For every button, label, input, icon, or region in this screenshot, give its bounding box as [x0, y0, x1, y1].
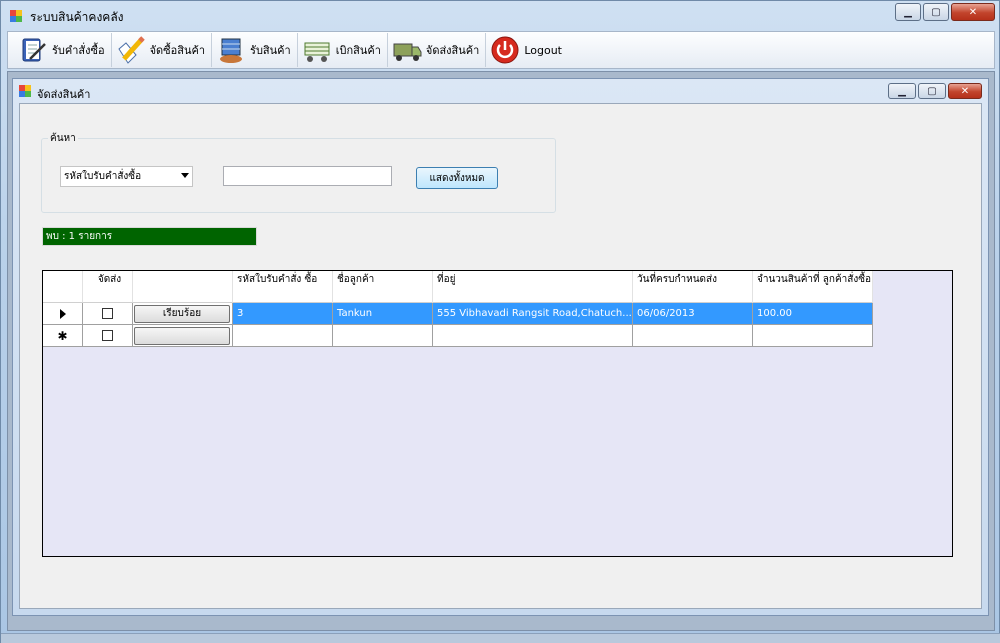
child-window-controls: ▁ ▢ ✕	[888, 83, 982, 99]
minimize-button[interactable]: ▁	[895, 3, 921, 21]
new-row-button[interactable]	[134, 326, 230, 345]
status-strip	[1, 633, 1000, 643]
child-title: จัดส่งสินค้า	[37, 88, 91, 101]
address-cell[interactable]: 555 Vibhavadi Rangsit Road,Chatuch...	[433, 303, 633, 325]
ship-cell[interactable]	[83, 325, 133, 347]
new-row-asterisk-icon: ✱	[57, 328, 68, 343]
delivery-child-window: จัดส่งสินค้า ▁ ▢ ✕ ค้นหา รหัสใบรับคำสั่ง…	[12, 78, 989, 616]
toolbar-label: Logout	[524, 43, 562, 57]
power-icon	[490, 35, 520, 65]
grid-header-row: จัดส่ง รหัสใบรับคำสั่ง ซื้อ ชื่อลูกค้า ท…	[43, 271, 873, 303]
form-icon	[19, 85, 31, 97]
show-all-button[interactable]: แสดงทั้งหมด	[416, 167, 498, 189]
due-date-cell[interactable]: 06/06/2013	[633, 303, 753, 325]
quantity-cell[interactable]	[753, 325, 873, 347]
customer-cell[interactable]	[333, 325, 433, 347]
new-row[interactable]: ✱	[43, 325, 873, 347]
action-cell[interactable]: เรียบร้อย	[133, 303, 233, 325]
toolbar-item-withdraw[interactable]: เบิกสินค้า	[298, 33, 388, 67]
customer-cell[interactable]: Tankun	[333, 303, 433, 325]
row-header[interactable]: ✱	[43, 325, 83, 347]
chevron-down-icon[interactable]	[181, 173, 189, 178]
window-controls: ▁ ▢ ✕	[895, 3, 995, 21]
toolbar-item-delivery[interactable]: จัดส่งสินค้า	[388, 33, 487, 67]
mdi-client-area: จัดส่งสินค้า ▁ ▢ ✕ ค้นหา รหัสใบรับคำสั่ง…	[7, 71, 995, 631]
search-group-label: ค้นหา	[48, 131, 78, 146]
app-icon	[10, 10, 23, 23]
child-title-bar[interactable]: จัดส่งสินค้า ▁ ▢ ✕	[13, 79, 988, 103]
toolbar-label: รับสินค้า	[250, 44, 291, 57]
delivery-grid[interactable]: จัดส่ง รหัสใบรับคำสั่ง ซื้อ ชื่อลูกค้า ท…	[42, 270, 953, 557]
col-header-action[interactable]	[133, 271, 233, 303]
search-group: ค้นหา รหัสใบรับคำสั่งซื้อ แสดงทั้งหมด	[41, 131, 556, 213]
grid-corner	[43, 271, 83, 303]
trolley-icon	[302, 35, 332, 65]
search-input[interactable]	[223, 166, 392, 186]
order-id-cell[interactable]	[233, 325, 333, 347]
col-header-quantity[interactable]: จำนวนสินค้าที่ ลูกค้าสั่งซื้อ	[753, 271, 873, 303]
col-header-ship[interactable]: จัดส่ง	[83, 271, 133, 303]
col-header-address[interactable]: ที่อยู่	[433, 271, 633, 303]
due-date-cell[interactable]	[633, 325, 753, 347]
maximize-button[interactable]: ▢	[923, 3, 949, 21]
col-header-due-date[interactable]: วันที่ครบกำหนดส่ง	[633, 271, 753, 303]
ship-cell[interactable]	[83, 303, 133, 325]
toolbar-label: จัดส่งสินค้า	[425, 44, 480, 57]
toolbar-item-receive-order[interactable]: รับคำสั่งซื้อ	[14, 33, 112, 67]
close-button[interactable]: ✕	[951, 3, 995, 21]
delivery-truck-icon	[392, 35, 422, 65]
table-row[interactable]: เรียบร้อย 3 Tankun 555 Vibhavadi Rangsit…	[43, 303, 873, 325]
child-close-button[interactable]: ✕	[948, 83, 982, 99]
address-cell[interactable]	[433, 325, 633, 347]
toolbar-item-purchase[interactable]: จัดซื้อสินค้า	[112, 33, 213, 67]
toolbar-item-receive-goods[interactable]: รับสินค้า	[212, 33, 298, 67]
notebook-pen-icon	[18, 35, 48, 65]
quantity-cell[interactable]: 100.00	[753, 303, 873, 325]
col-header-customer[interactable]: ชื่อลูกค้า	[333, 271, 433, 303]
search-field-select[interactable]: รหัสใบรับคำสั่งซื้อ	[60, 166, 193, 187]
toolbar-label: รับคำสั่งซื้อ	[52, 44, 105, 57]
toolbar-item-logout[interactable]: Logout	[486, 33, 568, 67]
child-body: ค้นหา รหัสใบรับคำสั่งซื้อ แสดงทั้งหมด พบ…	[19, 103, 982, 609]
child-maximize-button[interactable]: ▢	[918, 83, 946, 99]
toolbar-label: เบิกสินค้า	[335, 44, 381, 57]
result-count-label: พบ : 1 รายการ	[42, 227, 257, 246]
search-field-selected: รหัสใบรับคำสั่งซื้อ	[64, 171, 142, 182]
done-button[interactable]: เรียบร้อย	[134, 304, 230, 323]
toolbar-label: จัดซื้อสินค้า	[149, 44, 206, 57]
receive-goods-icon	[216, 35, 246, 65]
title-bar[interactable]: ระบบสินค้าคงคลัง ▁ ▢ ✕	[1, 1, 1000, 31]
current-row-arrow-icon	[59, 308, 66, 319]
main-window: ระบบสินค้าคงคลัง ▁ ▢ ✕ รับคำสั่งซื้อ จัด…	[0, 0, 1000, 643]
row-header[interactable]	[43, 303, 83, 325]
ship-checkbox[interactable]	[102, 308, 113, 319]
child-minimize-button[interactable]: ▁	[888, 83, 916, 99]
app-title: ระบบสินค้าคงคลัง	[30, 10, 124, 24]
main-toolbar: รับคำสั่งซื้อ จัดซื้อสินค้า รับสินค้า เบ…	[7, 31, 995, 69]
order-id-cell[interactable]: 3	[233, 303, 333, 325]
action-cell[interactable]	[133, 325, 233, 347]
pencil-checklist-icon	[116, 35, 146, 65]
col-header-order-id[interactable]: รหัสใบรับคำสั่ง ซื้อ	[233, 271, 333, 303]
ship-checkbox[interactable]	[102, 330, 113, 341]
